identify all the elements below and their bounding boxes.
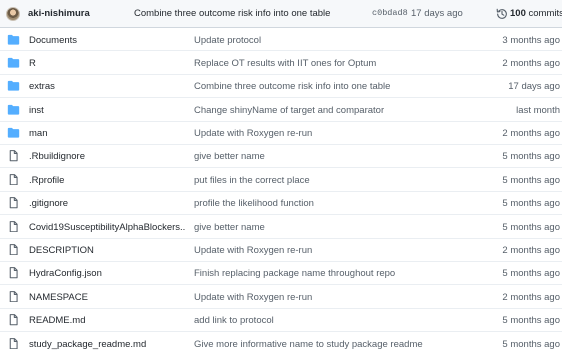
commit-date: 2 months ago xyxy=(502,291,560,303)
commit-message-link[interactable]: Combine three outcome risk info into one… xyxy=(134,8,330,19)
commit-date: 5 months ago xyxy=(502,174,560,186)
commit-date: 2 months ago xyxy=(502,245,560,257)
commit-date: 5 months ago xyxy=(502,338,560,350)
commit-date: last month xyxy=(516,104,560,116)
folder-icon xyxy=(7,34,20,46)
commit-date: 5 months ago xyxy=(502,268,560,280)
commit-message-link[interactable]: Update with Roxygen re-run xyxy=(194,128,454,139)
commit-message-link[interactable]: Change shinyName of target and comparato… xyxy=(194,105,454,116)
file-icon xyxy=(7,197,20,209)
file-row[interactable]: Documents Update protocol 3 months ago xyxy=(0,28,562,52)
history-icon[interactable] xyxy=(496,8,508,20)
file-name-link[interactable]: .Rbuildignore xyxy=(29,151,185,162)
commit-date: 17 days ago xyxy=(508,81,560,93)
commit-message-link[interactable]: Combine three outcome risk info into one… xyxy=(194,81,454,92)
file-row[interactable]: extras Combine three outcome risk info in… xyxy=(0,75,562,99)
file-list: Documents Update protocol 3 months ago R Rep… xyxy=(0,28,562,352)
file-icon xyxy=(7,150,20,162)
commit-date: 3 months ago xyxy=(502,34,560,46)
folder-icon xyxy=(7,104,20,116)
file-name-link[interactable]: .Rprofile xyxy=(29,175,185,186)
file-row[interactable]: NAMESPACE Update with Roxygen re-run 2 mon… xyxy=(0,285,562,309)
avatar[interactable] xyxy=(6,7,20,21)
commit-sha-link[interactable]: c0bdad8 xyxy=(372,8,408,18)
commit-age: 17 days ago xyxy=(411,8,463,19)
commit-message-link[interactable]: add link to protocol xyxy=(194,315,454,326)
file-row[interactable]: .gitignore profile the likelihood functio… xyxy=(0,192,562,216)
file-name-link[interactable]: DESCRIPTION xyxy=(29,245,185,256)
file-row[interactable]: inst Change shinyName of target and compa… xyxy=(0,98,562,122)
file-name-link[interactable]: .gitignore xyxy=(29,198,185,209)
commit-message-link[interactable]: give better name xyxy=(194,151,454,162)
file-name-link[interactable]: study_package_readme.md xyxy=(29,339,185,350)
file-row[interactable]: man Update with Roxygen re-run 2 months ag… xyxy=(0,122,562,145)
commit-date: 5 months ago xyxy=(502,198,560,210)
file-name-link[interactable]: R xyxy=(29,58,185,69)
file-row[interactable]: DESCRIPTION Update with Roxygen re-run 2 m… xyxy=(0,239,562,262)
file-row[interactable]: README.md add link to protocol 5 months ag… xyxy=(0,309,562,333)
folder-icon xyxy=(7,127,20,139)
file-row[interactable]: Covid19SusceptibilityAlphaBlockers.... gi… xyxy=(0,215,562,239)
file-icon xyxy=(7,220,20,233)
file-name-link[interactable]: Covid19SusceptibilityAlphaBlockers.... xyxy=(29,222,185,233)
commit-message-link[interactable]: Give more informative name to study pack… xyxy=(194,339,454,350)
file-icon xyxy=(7,267,20,279)
latest-commit-bar: aki-nishimura Combine three outcome risk… xyxy=(0,0,562,28)
folder-icon xyxy=(7,80,20,92)
commit-message-link[interactable]: put files in the correct place xyxy=(194,175,454,186)
file-row[interactable]: study_package_readme.md Give more informa… xyxy=(0,332,562,352)
commit-date: 5 months ago xyxy=(502,221,560,233)
file-name-link[interactable]: README.md xyxy=(29,315,185,326)
file-name-link[interactable]: extras xyxy=(29,81,185,92)
commit-message-link[interactable]: profile the likelihood function xyxy=(194,198,454,209)
file-icon xyxy=(7,314,20,326)
commit-message-link[interactable]: give better name xyxy=(194,222,454,233)
commit-message-link[interactable]: Replace OT results with IIT ones for Opt… xyxy=(194,58,454,69)
commit-message-link[interactable]: Finish replacing package name throughout… xyxy=(194,268,454,279)
commit-date: 5 months ago xyxy=(502,151,560,163)
folder-icon xyxy=(7,57,20,69)
commit-message-link[interactable]: Update protocol xyxy=(194,35,454,46)
commit-author-link[interactable]: aki-nishimura xyxy=(28,8,90,19)
commits-link[interactable]: 100 commits xyxy=(510,8,562,19)
file-name-link[interactable]: man xyxy=(29,128,185,139)
commit-count: 100 xyxy=(510,8,526,19)
commit-date: 5 months ago xyxy=(502,315,560,327)
commit-date: 2 months ago xyxy=(502,57,560,69)
file-row[interactable]: .Rbuildignore give better name 5 months ag… xyxy=(0,145,562,169)
commit-message-link[interactable]: Update with Roxygen re-run xyxy=(194,292,454,303)
file-row[interactable]: .Rprofile put files in the correct place 5… xyxy=(0,168,562,192)
file-row[interactable]: HydraConfig.json Finish replacing package… xyxy=(0,262,562,286)
file-row[interactable]: R Replace OT results with IIT ones for Op… xyxy=(0,51,562,75)
file-name-link[interactable]: inst xyxy=(29,105,185,116)
file-name-link[interactable]: NAMESPACE xyxy=(29,292,185,303)
file-icon xyxy=(7,244,20,256)
file-icon xyxy=(7,290,20,303)
commit-message-link[interactable]: Update with Roxygen re-run xyxy=(194,245,454,256)
file-icon xyxy=(7,337,20,350)
commit-date: 2 months ago xyxy=(502,128,560,140)
file-icon xyxy=(7,173,20,186)
commits-label: commits xyxy=(528,8,562,19)
file-name-link[interactable]: HydraConfig.json xyxy=(29,268,185,279)
file-name-link[interactable]: Documents xyxy=(29,35,185,46)
